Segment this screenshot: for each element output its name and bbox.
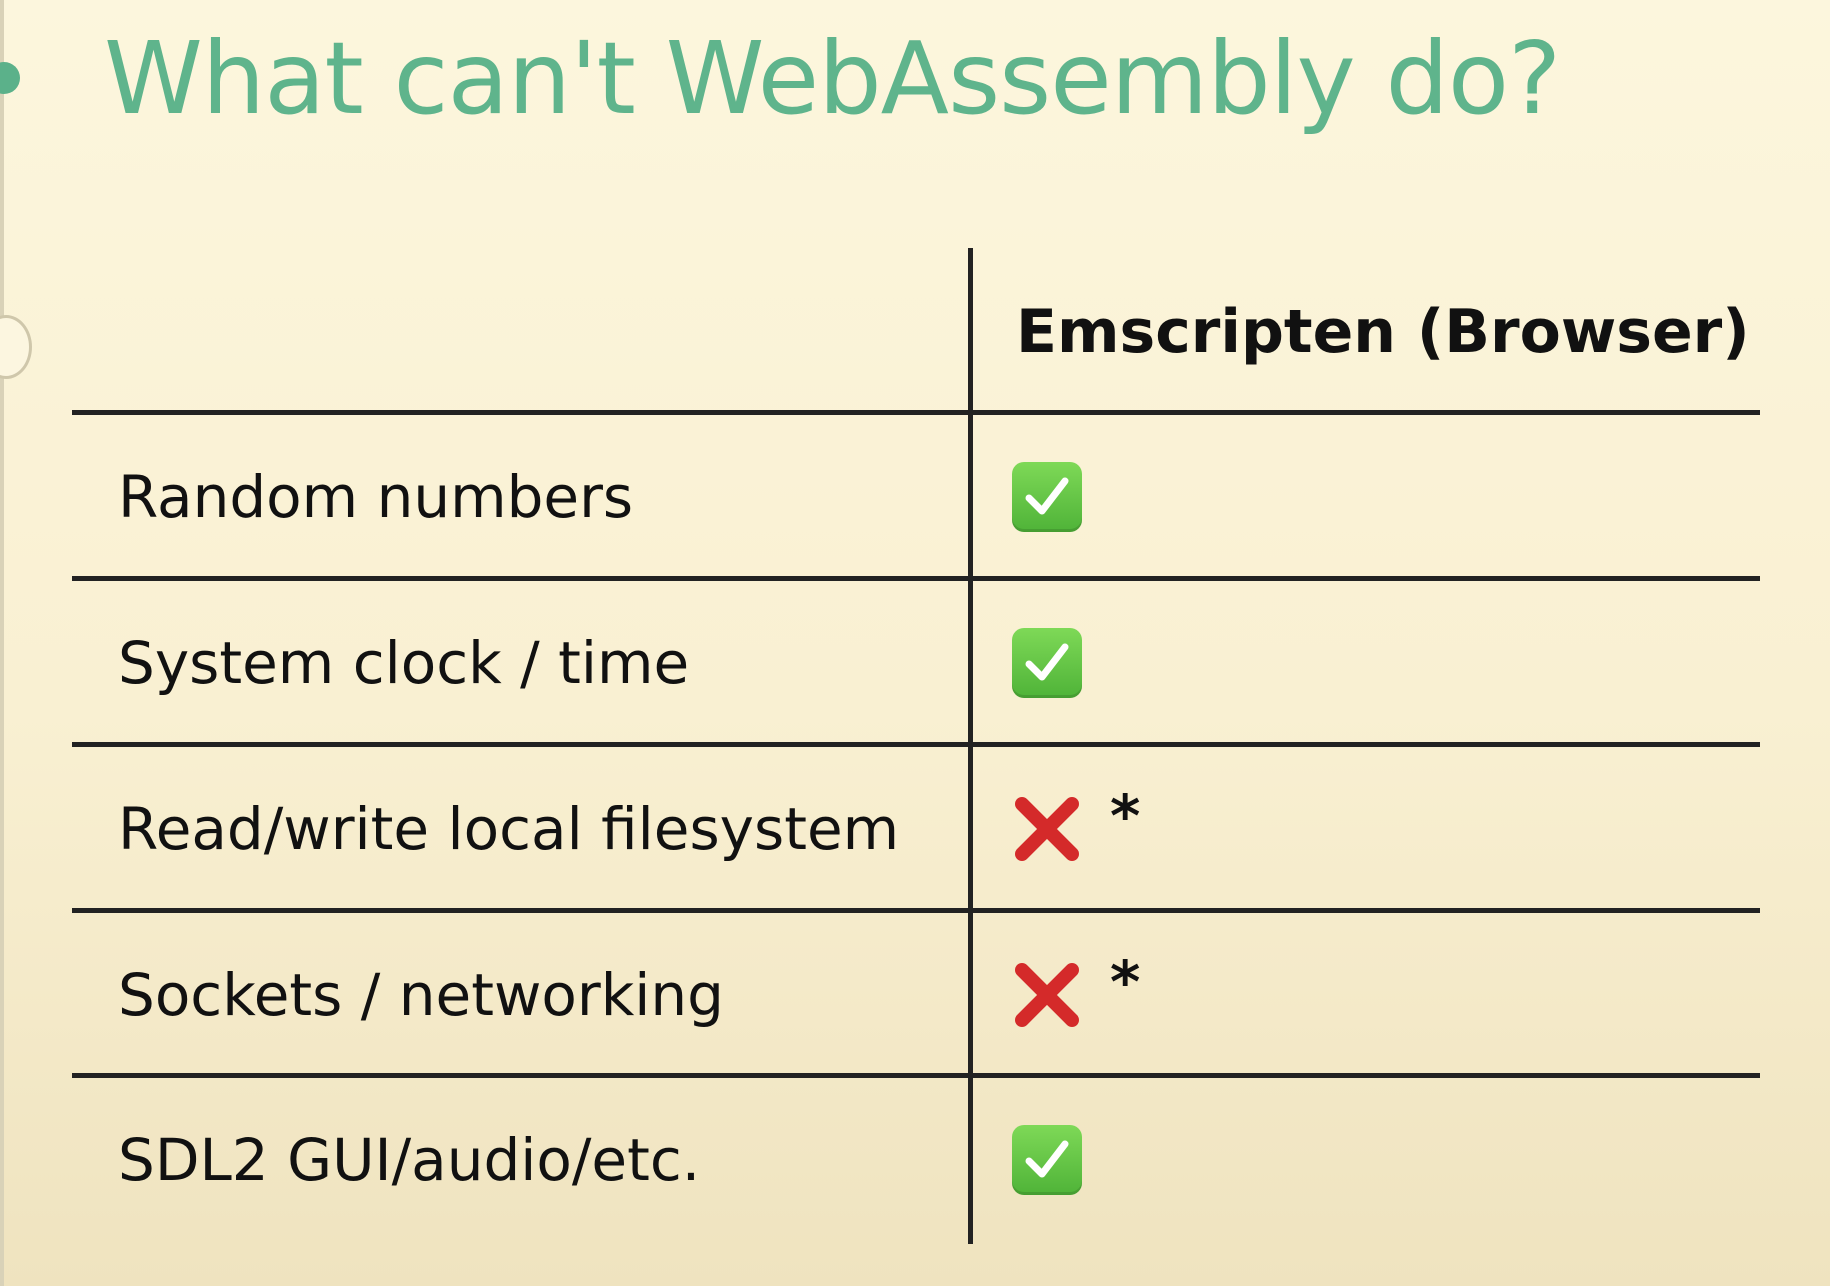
- check-icon: [1012, 462, 1082, 532]
- footnote-asterisk: *: [1110, 782, 1141, 850]
- row-label: Read/write local filesystem: [118, 795, 900, 863]
- check-icon: [1012, 628, 1082, 698]
- row-status: [1012, 417, 1082, 577]
- column-header-emscripten: Emscripten (Browser): [1016, 297, 1750, 367]
- slide: What can't WebAssembly do? Emscripten (B…: [0, 0, 1830, 1286]
- cross-icon: [1012, 794, 1082, 864]
- row-status: *: [1012, 915, 1140, 1075]
- row-label: SDL2 GUI/audio/etc.: [118, 1126, 701, 1194]
- row-label: Random numbers: [118, 463, 634, 531]
- row-status: [1012, 583, 1082, 743]
- cross-icon: [1012, 960, 1082, 1030]
- row-status: [1012, 1080, 1082, 1240]
- row-label: Sockets / networking: [118, 961, 724, 1029]
- check-icon: [1012, 1125, 1082, 1195]
- slide-title: What can't WebAssembly do?: [104, 20, 1561, 137]
- row-label: System clock / time: [118, 629, 690, 697]
- bullet-dot-icon: [0, 62, 20, 94]
- table-header-rule: [72, 410, 1760, 415]
- margin-circle-icon: [0, 315, 32, 379]
- left-margin-rule: [0, 0, 4, 1286]
- footnote-asterisk: *: [1110, 948, 1141, 1016]
- row-status: *: [1012, 749, 1140, 909]
